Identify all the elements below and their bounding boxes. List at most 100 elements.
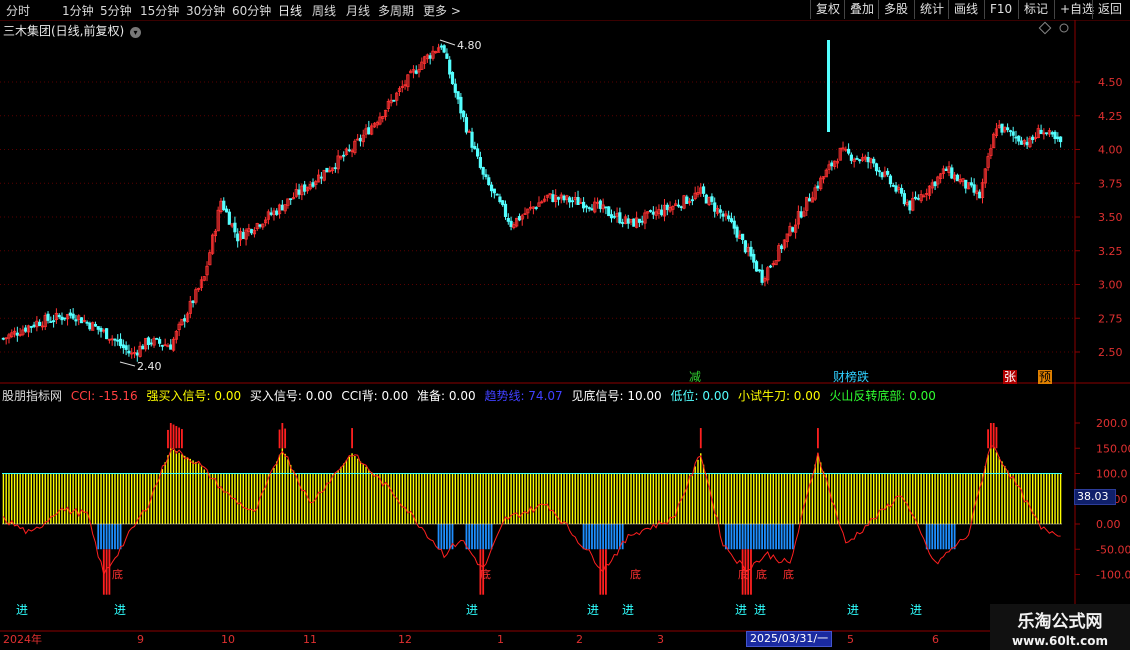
- volcano-value: 火山反转底部: 0.00: [829, 389, 936, 403]
- candle-body: [877, 170, 881, 173]
- candle-body: [1045, 132, 1049, 135]
- candle-body: [501, 200, 505, 206]
- cci-tick-label: 200.0: [1096, 417, 1128, 430]
- candle-body: [52, 320, 56, 323]
- candle-body: [445, 53, 449, 59]
- time-label-2: 10: [221, 633, 235, 646]
- candle-body: [676, 204, 681, 207]
- candle-body: [459, 96, 463, 114]
- candle-body: [46, 313, 50, 321]
- candle-body: [713, 202, 717, 212]
- candle-body: [68, 312, 72, 316]
- crosshair-date: 2025/03/31/一: [746, 631, 833, 647]
- candle-body: [679, 206, 683, 209]
- candle-body: [913, 196, 918, 199]
- candle-body: [562, 195, 566, 201]
- candle-body: [439, 45, 443, 48]
- candle-body: [498, 196, 502, 203]
- candle-body: [908, 200, 912, 211]
- candle-body: [1011, 131, 1015, 136]
- strong-buy-value: 强买入信号: 0.00: [146, 389, 242, 403]
- candle-body: [768, 265, 773, 268]
- watermark: 乐淘公式网 www.60lt.com: [990, 604, 1130, 650]
- candle-body: [118, 338, 123, 347]
- candle-body: [311, 182, 315, 187]
- jin-label: 进: [735, 603, 747, 617]
- candle-body: [105, 328, 109, 340]
- candle-body: [621, 222, 625, 224]
- di-label: 底: [783, 567, 794, 581]
- chevron-down-icon[interactable]: ▾: [130, 27, 142, 38]
- candle-body: [503, 203, 508, 217]
- candle-body: [660, 209, 664, 216]
- candle-body: [191, 300, 195, 304]
- candle-body: [492, 188, 496, 194]
- candle-body: [141, 345, 145, 350]
- jin-label: 进: [847, 603, 859, 617]
- buy-value: 买入信号: 0.00: [249, 389, 333, 403]
- candle-body: [79, 317, 84, 324]
- candle-body: [1050, 132, 1054, 135]
- diamond-icon: [1038, 21, 1052, 35]
- candle-body: [685, 196, 689, 204]
- price-tick-label: 4.25: [1098, 110, 1123, 123]
- indicator-name[interactable]: 股朋指标网: [2, 389, 62, 403]
- candle-body: [1025, 141, 1029, 146]
- candle-body: [464, 117, 469, 133]
- candle-body: [916, 197, 920, 200]
- cci-tick-label: 100.0: [1096, 468, 1128, 481]
- candle-body: [1059, 136, 1063, 143]
- trend-value: 趋势线: 74.07: [484, 389, 563, 403]
- candle-body: [757, 269, 761, 272]
- spike-candle: [827, 40, 830, 132]
- candle-body: [754, 261, 759, 272]
- candle-body: [169, 344, 173, 350]
- candle-body: [637, 218, 641, 223]
- price-tag-caibang: 财榜跌: [833, 370, 870, 384]
- candle-body: [135, 352, 139, 356]
- candle-body: [849, 154, 853, 161]
- candle-body: [1000, 123, 1004, 133]
- low-marker-line: [119, 361, 136, 367]
- price-tick-label: 3.25: [1098, 245, 1123, 258]
- candle-body: [950, 167, 954, 179]
- candle-body: [891, 184, 895, 187]
- cci-tick-label: 0.00: [1096, 518, 1121, 531]
- candle-body: [732, 220, 736, 229]
- jin-label: 进: [114, 603, 126, 617]
- candle-body: [665, 204, 669, 210]
- candle-body: [124, 345, 128, 350]
- candle-body: [570, 200, 575, 203]
- candle-body: [556, 196, 561, 200]
- candle-body: [85, 321, 89, 324]
- candle-body: [872, 158, 876, 164]
- candle-body: [978, 191, 982, 199]
- cci-value: CCI: -15.16: [70, 389, 138, 403]
- candle-body: [347, 149, 351, 152]
- candle-body: [830, 162, 834, 167]
- jin-label: 进: [622, 603, 634, 617]
- stock-title[interactable]: 三木集团(日线,前复权) ▾: [3, 22, 142, 39]
- candle-body: [57, 314, 61, 318]
- candle-body: [609, 214, 614, 219]
- jin-label: 进: [16, 603, 28, 617]
- candle-body: [517, 216, 522, 221]
- candle-body: [280, 204, 284, 211]
- candle-body: [721, 213, 725, 217]
- candle-body: [506, 218, 510, 222]
- candle-body: [325, 167, 329, 173]
- candle-body: [183, 318, 187, 322]
- candle-body: [473, 146, 477, 150]
- candle-body: [1017, 135, 1021, 142]
- candle-body: [780, 245, 784, 250]
- cci-back-value: CCI背: 0.00: [341, 389, 409, 403]
- candle-body: [847, 148, 851, 154]
- candle-body: [1014, 136, 1018, 139]
- candle-body: [476, 148, 480, 157]
- candle-body: [727, 215, 731, 220]
- candle-body: [1019, 140, 1024, 145]
- candle-body: [902, 193, 906, 205]
- candle-body: [1031, 136, 1035, 141]
- high-marker-line: [439, 39, 456, 46]
- jin-label: 进: [466, 603, 478, 617]
